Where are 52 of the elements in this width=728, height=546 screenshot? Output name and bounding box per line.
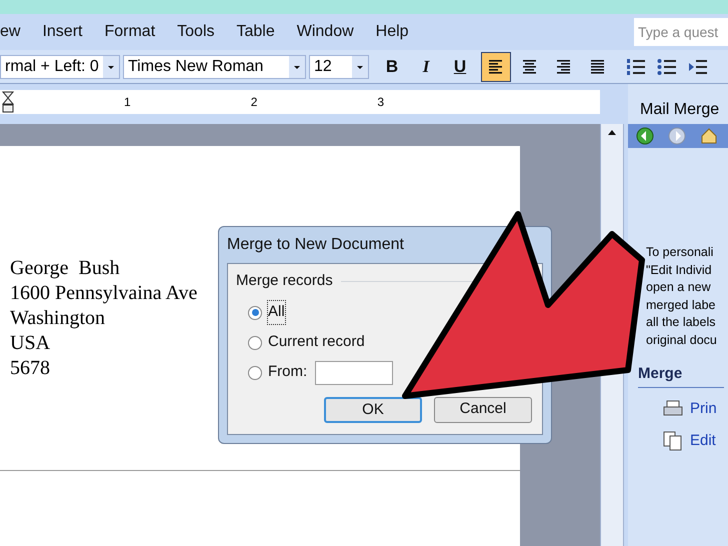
align-button[interactable] — [481, 52, 511, 82]
dialog-title: Merge to New Document — [227, 235, 404, 255]
task-link[interactable]: Prin — [690, 398, 717, 420]
radio-label: Current record — [268, 332, 365, 352]
radio-button[interactable] — [248, 366, 262, 380]
ruler-number: 3 — [377, 94, 384, 111]
menu-item[interactable]: Window — [296, 20, 354, 44]
forward-icon[interactable] — [668, 127, 686, 145]
indent-icon — [688, 58, 708, 74]
documents-icon — [662, 431, 684, 452]
size-dropdown[interactable]: 12 — [309, 54, 369, 78]
align-icon — [522, 60, 538, 74]
align-icon — [556, 60, 572, 74]
address-line: George Bush — [10, 256, 120, 281]
ruler-number: 1 — [124, 94, 131, 111]
menu-item[interactable]: Table — [236, 20, 275, 44]
back-icon[interactable] — [636, 127, 654, 145]
section-heading: Merge — [638, 363, 724, 388]
menu-item[interactable]: ew — [0, 20, 20, 44]
group-label: Merge records — [236, 271, 333, 291]
bullet-list-icon — [657, 58, 677, 74]
font-dropdown[interactable]: Times New Roman — [123, 54, 306, 78]
address-line: Washington — [10, 306, 106, 331]
menu-item[interactable]: Insert — [42, 20, 82, 44]
radio-button[interactable] — [248, 336, 262, 350]
radio-label: From: — [268, 362, 308, 382]
task-link[interactable]: Edit — [690, 430, 716, 452]
style-dropdown[interactable]: rmal + Left: 0 — [0, 54, 120, 78]
menu-item[interactable]: Help — [376, 20, 409, 44]
format-button[interactable]: I — [416, 54, 436, 80]
ruler-number: 2 — [250, 94, 258, 111]
help-search-field[interactable]: Type a quest — [634, 18, 728, 46]
dialog-button[interactable]: OK — [324, 396, 422, 422]
menu-item[interactable]: Tools — [177, 20, 214, 44]
address-line: USA — [10, 331, 50, 356]
radio-button[interactable] — [248, 306, 262, 320]
home-icon[interactable] — [700, 127, 718, 145]
align-icon — [590, 60, 606, 74]
numbered-list-icon — [626, 58, 646, 74]
format-button[interactable]: B — [382, 54, 402, 80]
instructions-text: To personali "Edit Individ open a new merged labe all the labels original docu — [645, 244, 718, 349]
address-line: 1600 Pennsylvaina Ave — [10, 281, 198, 306]
address-line: 5678 — [10, 356, 50, 381]
align-icon — [488, 60, 504, 74]
indent-marker-icon — [2, 91, 14, 113]
menu-item[interactable]: Format — [104, 20, 156, 44]
radio-label: All — [268, 301, 285, 324]
dialog-button[interactable]: Cancel — [434, 396, 532, 422]
from-field[interactable] — [315, 360, 394, 384]
format-button[interactable]: U — [450, 54, 470, 80]
scroll-up-icon[interactable] — [607, 128, 617, 136]
task-pane-title: Mail Merge — [640, 100, 720, 120]
